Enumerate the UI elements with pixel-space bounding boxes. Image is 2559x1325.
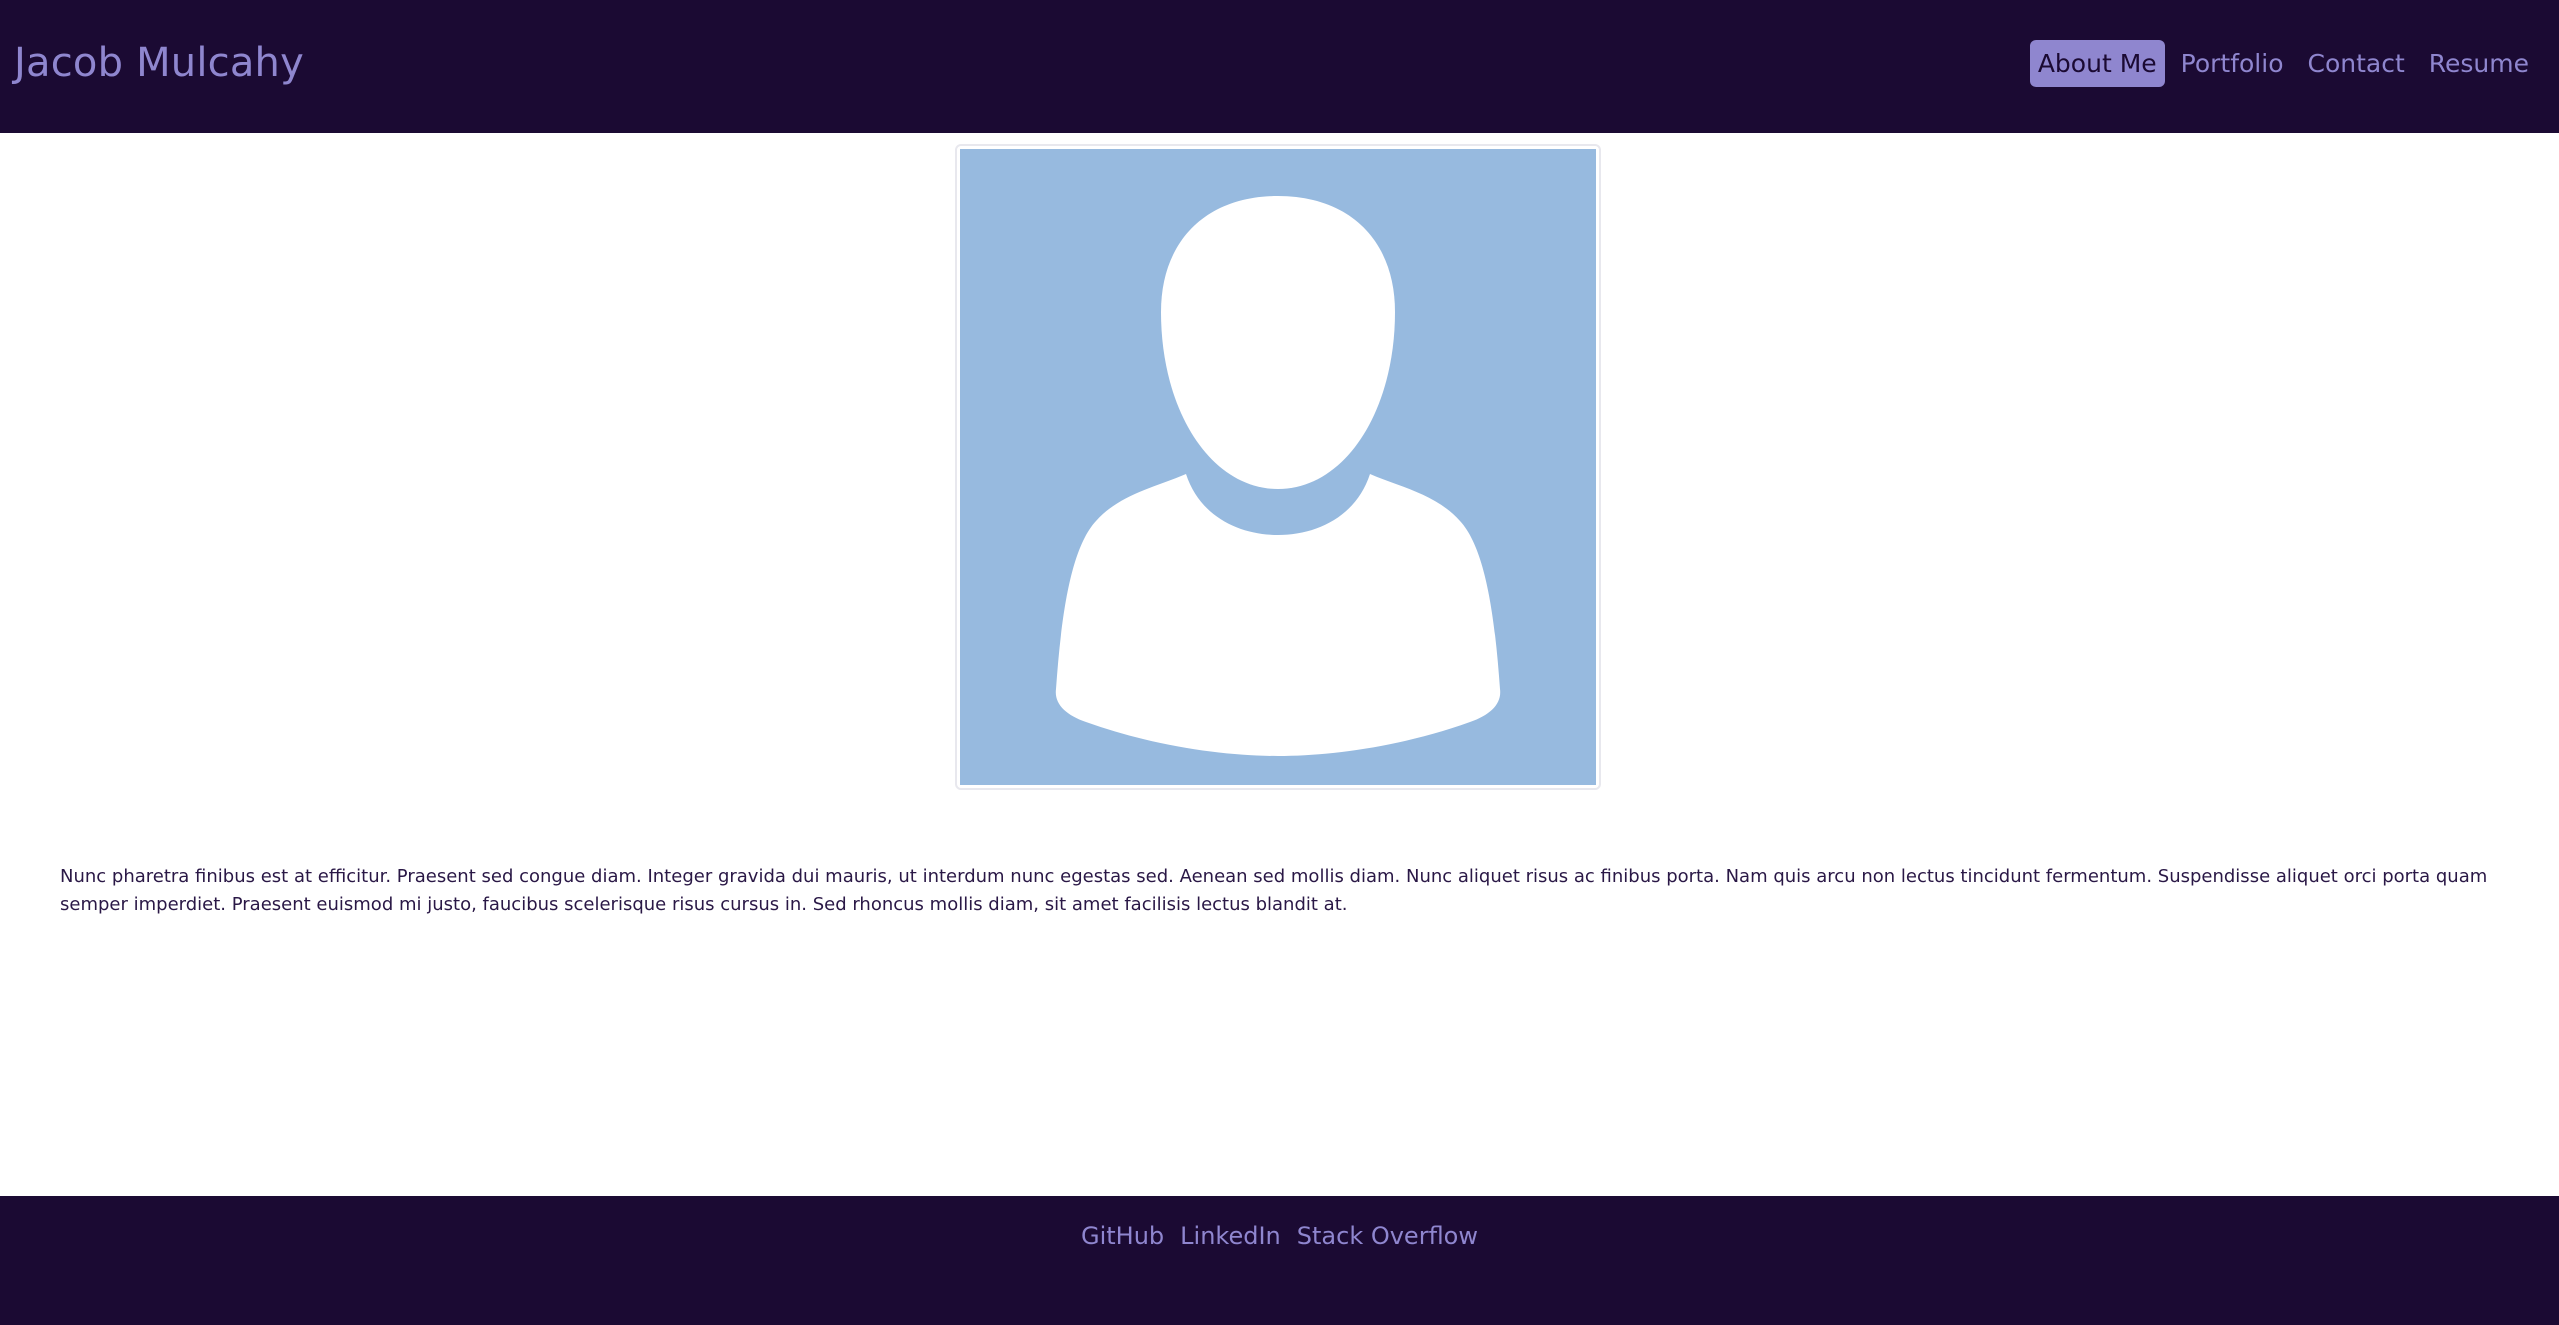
footer-link-stack-overflow[interactable]: Stack Overflow bbox=[1297, 1222, 1478, 1250]
nav-contact[interactable]: Contact bbox=[2300, 40, 2413, 87]
footer-link-linkedin[interactable]: LinkedIn bbox=[1180, 1222, 1281, 1250]
nav-about-me[interactable]: About Me bbox=[2029, 40, 2165, 87]
site-footer: GitHub LinkedIn Stack Overflow bbox=[0, 1196, 2559, 1325]
page: Jacob Mulcahy About Me Portfolio Contact… bbox=[0, 0, 2559, 1325]
main-nav: About Me Portfolio Contact Resume bbox=[2029, 40, 2537, 87]
brand-title[interactable]: Jacob Mulcahy bbox=[14, 40, 304, 86]
site-header: Jacob Mulcahy About Me Portfolio Contact… bbox=[0, 0, 2559, 133]
footer-link-github[interactable]: GitHub bbox=[1081, 1222, 1164, 1250]
footer-links: GitHub LinkedIn Stack Overflow bbox=[0, 1222, 2559, 1250]
profile-photo bbox=[955, 144, 1601, 790]
nav-resume[interactable]: Resume bbox=[2421, 40, 2537, 87]
nav-portfolio[interactable]: Portfolio bbox=[2173, 40, 2292, 87]
person-silhouette-icon bbox=[960, 149, 1596, 785]
bio-text: Nunc pharetra finibus est at efficitur. … bbox=[60, 866, 2488, 915]
